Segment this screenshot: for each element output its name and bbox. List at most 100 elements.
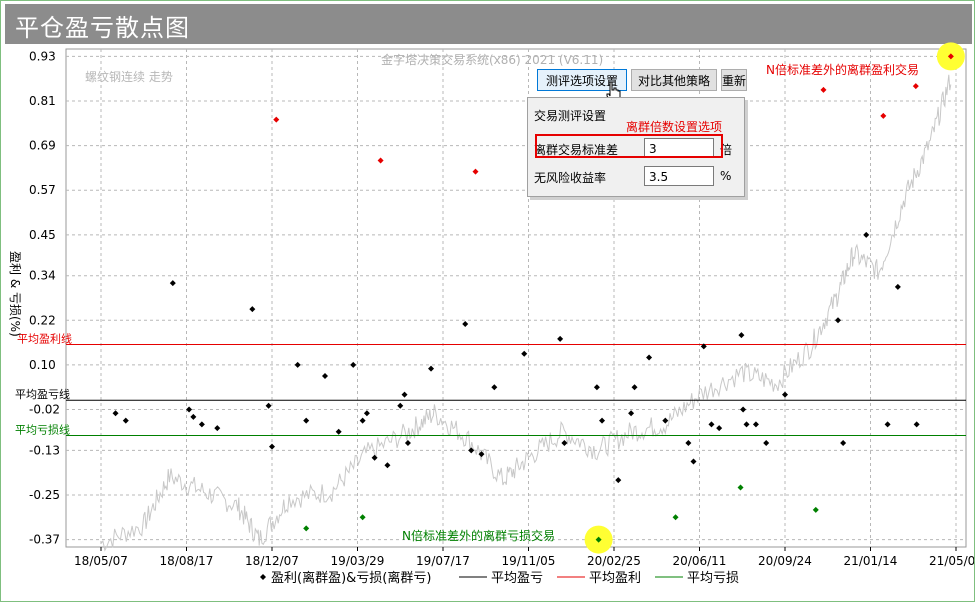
scatter-point-normal — [716, 425, 723, 432]
scatter-point-normal — [690, 458, 697, 465]
scatter-point-normal — [557, 335, 564, 342]
scatter-point-normal — [646, 354, 653, 361]
x-tick-label: 19/03/29 — [331, 554, 385, 568]
x-tick-label: 18/05/07 — [74, 554, 128, 568]
scatter-point-normal — [708, 421, 715, 428]
y-tick-label: -0.37 — [29, 533, 60, 547]
x-tick-label: 18/12/07 — [245, 554, 299, 568]
legend-label: 平均亏损 — [687, 571, 739, 586]
scatter-point-normal — [752, 421, 759, 428]
scatter-point-normal — [363, 410, 370, 417]
subtitle: 螺纹钢连续 走势 — [85, 69, 173, 84]
scatter-point-outlier_loss — [812, 506, 819, 513]
scatter-point-normal — [371, 454, 378, 461]
scatter-point-outlier_profit — [273, 116, 280, 123]
y-tick-label: -0.02 — [29, 402, 60, 416]
avg-profit-label: 平均盈利线 — [17, 331, 72, 345]
x-tick-label: 18/08/17 — [160, 554, 214, 568]
scatter-point-outlier_profit — [912, 83, 919, 90]
scatter-point-normal — [835, 317, 842, 324]
scatter-point-normal — [359, 417, 366, 424]
y-axis-label: 盈利 & 亏损(%) — [8, 251, 22, 337]
y-tick-label: -0.13 — [29, 443, 60, 457]
y-tick-label: 0.22 — [29, 313, 56, 327]
scatter-point-normal — [169, 280, 176, 287]
scatter-point-outlier_loss — [672, 514, 679, 521]
scatter-point-normal — [112, 410, 119, 417]
outlier-loss-label: N倍标准差外的离群亏损交易 — [402, 528, 555, 543]
scatter-point-normal — [884, 421, 891, 428]
outlier-profit-label: N倍标准差外的离群盈利交易 — [766, 62, 919, 77]
scatter-point-normal — [198, 421, 205, 428]
x-tick-label: 21/01/14 — [844, 554, 898, 568]
scatter-point-normal — [462, 321, 469, 328]
scatter-point-normal — [782, 391, 788, 398]
scatter-point-normal — [294, 361, 301, 368]
scatter-point-outlier_loss — [303, 525, 310, 532]
scatter-point-normal — [593, 384, 600, 391]
y-tick-label: 0.57 — [29, 183, 56, 197]
x-tick-label: 20/02/25 — [587, 554, 641, 568]
scatter-point-outlier_loss — [737, 484, 744, 491]
scatter-point-normal — [269, 443, 275, 450]
y-tick-label: 0.69 — [29, 139, 56, 153]
scatter-point-normal — [384, 462, 391, 469]
scatter-point-normal — [662, 417, 669, 424]
y-tick-label: 0.81 — [29, 94, 56, 108]
scatter-point-normal — [738, 332, 745, 339]
scatter-point-normal — [615, 477, 622, 484]
x-axis-ticks: 18/05/07 18/08/17 18/12/07 19/03/29 19/07/17… — [74, 547, 974, 568]
scatter-point-normal — [122, 417, 129, 424]
y-tick-label: 0.93 — [29, 49, 56, 63]
scatter-point-normal — [404, 439, 411, 446]
evaluation-dialog: 测评选项设置 对比其他策略 重新 交易测评设置 离群倍数设置选项 离群交易标准差… — [527, 67, 747, 197]
legend: 盈利(离群盈)&亏损(离群亏) 平均盈亏 平均盈利 平均亏损 — [260, 570, 739, 586]
legend-label: 平均盈利 — [589, 571, 641, 586]
scatter-chart: 0.93 0.81 0.69 0.57 0.45 0.34 0.22 0.10 -0.02 -0.… — [8, 42, 974, 586]
scatter-point-normal — [599, 417, 606, 424]
scatter-point-normal — [491, 384, 498, 391]
legend-label: 平均盈亏 — [491, 571, 543, 586]
scatter-point-normal — [521, 350, 528, 357]
scatter-point-normal — [628, 410, 635, 417]
scatter-point-outlier_profit — [880, 112, 887, 119]
avg-loss-label: 平均亏损线 — [15, 423, 70, 437]
x-tick-label: 19/11/05 — [502, 554, 556, 568]
scatter-point-normal — [190, 413, 197, 420]
y-tick-label: 0.45 — [29, 228, 56, 242]
scatter-point-normal — [840, 439, 847, 446]
scatter-point-normal — [303, 417, 310, 424]
dialog-title: 交易测评设置 — [534, 109, 607, 123]
watermark: 金字塔决策交易系统(x86) 2021 (V6.11) — [381, 52, 603, 67]
scatter-point-normal — [743, 421, 750, 428]
x-tick-label: 21/05/07 — [929, 554, 974, 568]
scatter-point-outlier_profit — [377, 157, 384, 164]
scatter-point-normal — [322, 373, 329, 380]
scatter-point-outlier_profit — [820, 86, 827, 93]
highlight-box — [535, 134, 723, 158]
scatter-point-normal — [913, 421, 920, 428]
y-axis-ticks: 0.93 0.81 0.69 0.57 0.45 0.34 0.22 0.10 -0.02 -0.… — [29, 49, 60, 546]
x-tick-label: 19/07/17 — [416, 554, 470, 568]
dialog-note: 离群倍数设置选项 — [626, 120, 723, 134]
scatter-point-normal — [397, 402, 404, 409]
scatter-point-normal — [401, 391, 408, 398]
scatter-point-normal — [631, 384, 638, 391]
y-tick-label: -0.25 — [29, 488, 60, 502]
compare-strategy-button[interactable]: 对比其他策略 — [631, 69, 717, 91]
reset-button[interactable]: 重新 — [721, 69, 747, 91]
risk-free-label: 无风险收益率 — [534, 171, 607, 185]
scatter-point-normal — [335, 428, 342, 435]
scatter-point-normal — [863, 231, 870, 238]
scatter-point-normal — [350, 361, 357, 368]
scatter-point-normal — [428, 365, 435, 372]
window-frame: 平仓盈亏散点图 0.93 0.81 0.69 0.57 0.45 0.34 0.22 0.10… — [0, 0, 975, 602]
y-tick-label: 0.34 — [29, 269, 56, 283]
legend-label: 盈利(离群盈)&亏损(离群亏) — [271, 570, 431, 586]
scatter-point-normal — [740, 406, 747, 413]
y-tick-label: 0.10 — [29, 358, 56, 372]
scatter-point-outlier_profit — [472, 168, 479, 175]
risk-free-input[interactable]: 3.5 — [644, 166, 714, 186]
risk-free-unit: % — [720, 169, 732, 183]
x-tick-label: 20/09/24 — [758, 554, 812, 568]
